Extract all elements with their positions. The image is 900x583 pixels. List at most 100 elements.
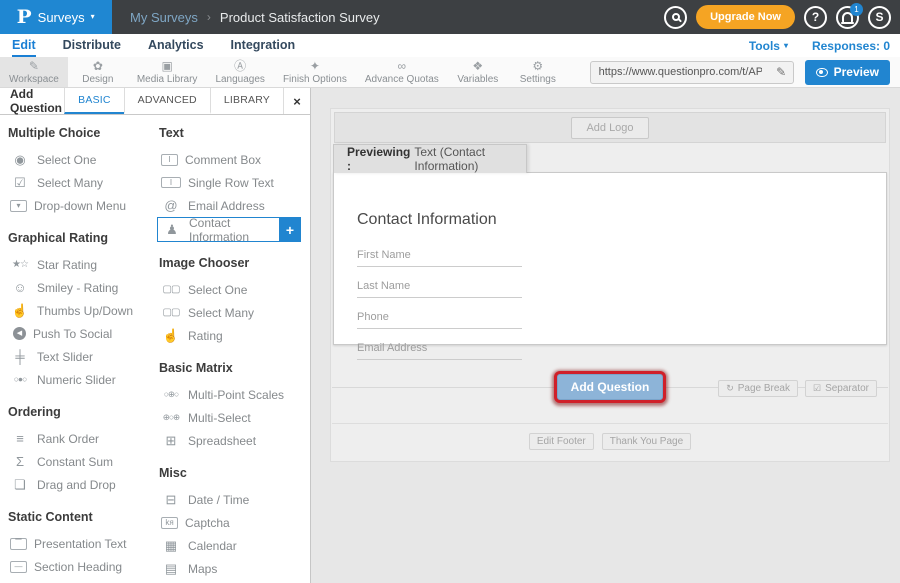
- search-button[interactable]: [664, 6, 687, 29]
- question-type-multi-point-scales[interactable]: ○⊕○Multi-Point Scales: [159, 383, 310, 406]
- form-field-phone[interactable]: Phone: [357, 307, 522, 329]
- questionpro-survey-editor: P Surveys ▾ My Surveys › Product Satisfa…: [0, 0, 900, 583]
- question-type-email-address[interactable]: @Email Address: [159, 194, 310, 217]
- question-type-section-sub-heading[interactable]: ¨Section Sub-Heading: [8, 578, 159, 583]
- section-title: Image Chooser: [159, 255, 310, 271]
- footer-divider: [332, 423, 888, 424]
- question-type-maps[interactable]: ▤Maps: [159, 557, 310, 580]
- nav-tab-integration[interactable]: Integration: [231, 34, 296, 57]
- responses-link[interactable]: Responses: 0: [812, 39, 890, 53]
- question-type-date-time[interactable]: ⊟Date / Time: [159, 488, 310, 511]
- text-slider-icon: ╪: [10, 350, 30, 363]
- toolbar-item-label: Media Library: [137, 74, 198, 85]
- question-type-rank-order[interactable]: ≡Rank Order: [8, 427, 159, 450]
- upgrade-now-button[interactable]: Upgrade Now: [696, 5, 795, 29]
- toolbar-item-design[interactable]: ✿Design: [68, 57, 128, 87]
- toolbar-item-advance-quotas[interactable]: ∞Advance Quotas: [356, 57, 448, 87]
- question-type-multi-select[interactable]: ⊕○⊕Multi-Select: [159, 406, 310, 429]
- thank-you-page-button[interactable]: Thank You Page: [602, 433, 691, 450]
- field-placeholder: Email Address: [357, 342, 427, 354]
- edit-url-pencil-icon[interactable]: ✎: [770, 65, 793, 79]
- date-time-icon: ⊟: [161, 493, 181, 506]
- question-type-select-one[interactable]: ▢▢Select One: [159, 278, 310, 301]
- survey-canvas: Add Logo Previewing : Text (Contact Info…: [311, 88, 900, 583]
- question-type-label: Presentation Text: [34, 537, 127, 551]
- notifications-button[interactable]: 1: [836, 6, 859, 29]
- image-select-many-icon: ▢▢: [161, 308, 181, 318]
- question-type-single-row-text[interactable]: ISingle Row Text: [159, 171, 310, 194]
- help-button[interactable]: ?: [804, 6, 827, 29]
- question-type-contact-information[interactable]: ♟Contact Information+: [157, 217, 301, 242]
- separator-button[interactable]: ☑ Separator: [805, 380, 877, 397]
- question-type-captcha[interactable]: kяCaptcha: [159, 511, 310, 534]
- field-placeholder: Phone: [357, 311, 389, 323]
- question-type-section-heading[interactable]: —Section Heading: [8, 555, 159, 578]
- section-basic-matrix: Basic Matrix○⊕○Multi-Point Scales⊕○⊕Mult…: [159, 360, 310, 452]
- nav-tab-edit[interactable]: Edit: [12, 34, 36, 57]
- question-type-calendar[interactable]: ▦Calendar: [159, 534, 310, 557]
- question-type-label: Drop-down Menu: [34, 199, 126, 213]
- nav-tab-distribute[interactable]: Distribute: [63, 34, 121, 57]
- drag-and-drop-icon: ❏: [10, 478, 30, 491]
- panel-tab-basic[interactable]: BASIC: [64, 88, 124, 114]
- tools-menu[interactable]: Tools ▾: [749, 39, 788, 53]
- toolbar-item-settings[interactable]: ⚙Settings: [508, 57, 568, 87]
- toolbar-item-workspace[interactable]: ✎Workspace: [0, 57, 68, 87]
- question-type-smiley-rating[interactable]: ☺Smiley - Rating: [8, 276, 159, 299]
- single-row-text-icon: I: [161, 177, 181, 188]
- question-type-label: Select One: [188, 283, 247, 297]
- image-rating-icon: ☝: [161, 329, 181, 342]
- add-logo-button[interactable]: Add Logo: [571, 117, 648, 139]
- toolbar-item-label: Languages: [215, 74, 265, 85]
- panel-tab-library[interactable]: LIBRARY: [210, 88, 283, 114]
- toolbar-item-media-library[interactable]: ▣Media Library: [128, 57, 207, 87]
- section-heading-icon: —: [10, 561, 27, 573]
- toolbar-item-label: Variables: [457, 74, 498, 85]
- page-break-button[interactable]: ↻ Page Break: [718, 380, 798, 397]
- question-type-drop-down-menu[interactable]: ▾Drop-down Menu: [8, 194, 159, 217]
- preview-button[interactable]: Preview: [805, 60, 890, 85]
- question-type-push-to-social[interactable]: ◀Push To Social: [8, 322, 159, 345]
- preview-button-label: Preview: [834, 65, 879, 79]
- question-type-numeric-slider[interactable]: ○●○Numeric Slider: [8, 368, 159, 391]
- question-type-star-rating[interactable]: ★☆Star Rating: [8, 253, 159, 276]
- question-type-drag-and-drop[interactable]: ❏Drag and Drop: [8, 473, 159, 496]
- question-type-presentation-text[interactable]: ▔ Presentation Text: [8, 532, 159, 555]
- toolbar-item-languages[interactable]: ⒶLanguages: [206, 57, 274, 87]
- question-type-label: Captcha: [185, 516, 230, 530]
- settings-gear-icon: ⚙: [532, 60, 543, 73]
- form-field-last-name[interactable]: Last Name: [357, 276, 522, 298]
- survey-url-input[interactable]: [591, 66, 770, 78]
- breadcrumb-separator: ›: [207, 10, 211, 24]
- question-type-thumbs-up-down[interactable]: ☝Thumbs Up/Down: [8, 299, 159, 322]
- user-avatar[interactable]: S: [868, 6, 891, 29]
- question-type-select-one[interactable]: ◉Select One: [8, 148, 159, 171]
- question-type-text-slider[interactable]: ╪Text Slider: [8, 345, 159, 368]
- question-type-comment-box[interactable]: IComment Box: [159, 148, 310, 171]
- edit-footer-button[interactable]: Edit Footer: [529, 433, 594, 450]
- question-type-rating[interactable]: ☝Rating: [159, 324, 310, 347]
- toolbar-item-finish-options[interactable]: ✦Finish Options: [274, 57, 356, 87]
- question-type-label: Comment Box: [185, 153, 261, 167]
- form-field-email-address[interactable]: Email Address: [357, 338, 522, 360]
- toolbar-item-label: Design: [82, 74, 113, 85]
- add-question-button[interactable]: Add Question: [557, 374, 664, 400]
- panel-tab-advanced[interactable]: ADVANCED: [124, 88, 210, 114]
- breadcrumb-my-surveys[interactable]: My Surveys: [130, 10, 198, 25]
- question-type-select-many[interactable]: ▢▢Select Many: [159, 301, 310, 324]
- question-type-constant-sum[interactable]: ΣConstant Sum: [8, 450, 159, 473]
- add-selected-question-button[interactable]: +: [279, 217, 301, 242]
- nav-tab-analytics[interactable]: Analytics: [148, 34, 204, 57]
- close-panel-button[interactable]: ×: [283, 88, 310, 114]
- footer-buttons: Edit Footer Thank You Page: [331, 433, 889, 450]
- question-type-label: Multi-Select: [188, 411, 251, 425]
- variables-tag-icon: ❖: [472, 60, 483, 73]
- question-type-spreadsheet[interactable]: ⊞Spreadsheet: [159, 429, 310, 452]
- toolbar-item-variables[interactable]: ❖Variables: [448, 57, 508, 87]
- question-column-2: TextIComment BoxISingle Row Text@Email A…: [159, 125, 310, 583]
- form-title: Contact Information: [357, 211, 886, 229]
- form-field-first-name[interactable]: First Name: [357, 245, 522, 267]
- presentation-text-icon: ▔: [10, 538, 27, 550]
- surveys-menu[interactable]: P Surveys ▾: [0, 0, 112, 34]
- question-type-select-many[interactable]: ☑Select Many: [8, 171, 159, 194]
